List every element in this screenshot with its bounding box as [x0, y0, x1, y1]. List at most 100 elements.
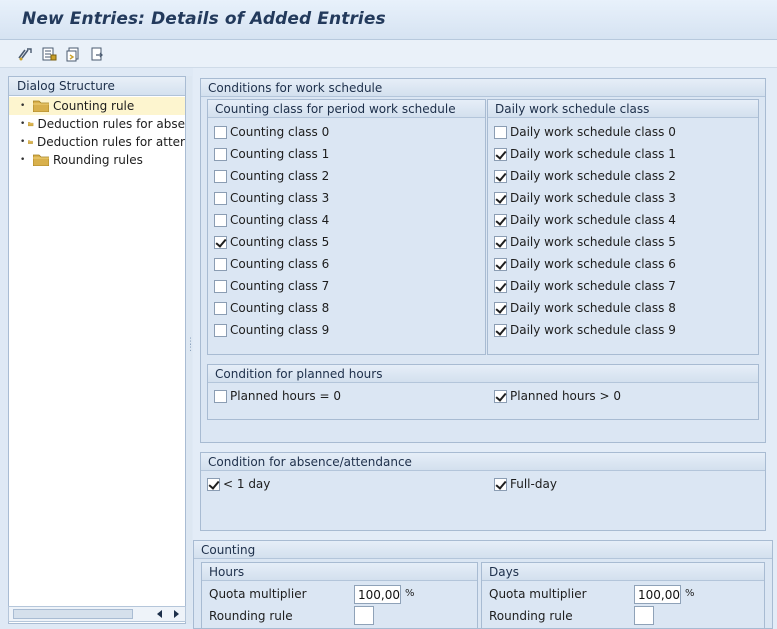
counting-class-6[interactable]: Counting class 6: [214, 255, 329, 273]
absence-fullday[interactable]: Full-day: [494, 475, 557, 493]
page-title: New Entries: Details of Added Entries: [22, 9, 386, 29]
select-all-icon[interactable]: [40, 45, 58, 63]
folder-icon: [33, 154, 49, 166]
counting-header: Counting: [194, 541, 772, 559]
checkbox-checked[interactable]: [494, 235, 507, 249]
days-quota-input[interactable]: 100,00: [634, 585, 681, 604]
checkbox-checked[interactable]: [494, 213, 507, 227]
checkbox-label: Counting class 6: [230, 257, 330, 271]
counting-class-5[interactable]: Counting class 5: [214, 233, 329, 251]
checkbox[interactable]: [214, 147, 227, 161]
checkbox[interactable]: [214, 279, 227, 293]
checkbox-label: Daily work schedule class 2: [510, 169, 676, 183]
checkbox-checked[interactable]: [494, 191, 507, 205]
counting-class-0[interactable]: Counting class 0: [214, 123, 329, 141]
dialog-structure-header: Dialog Structure: [9, 77, 185, 96]
checkbox-checked[interactable]: [214, 235, 227, 249]
checkbox-label: Counting class 8: [230, 301, 330, 315]
checkbox-checked[interactable]: [494, 477, 507, 491]
checkbox-label: Daily work schedule class 9: [510, 323, 676, 337]
checkbox-checked[interactable]: [494, 323, 507, 337]
folder-icon: [33, 100, 49, 112]
scroll-left-icon[interactable]: [155, 609, 165, 619]
checkbox[interactable]: [214, 125, 227, 139]
counting-class-8[interactable]: Counting class 8: [214, 299, 329, 317]
checkbox-checked[interactable]: [207, 477, 220, 491]
title-bar: New Entries: Details of Added Entries: [0, 0, 777, 40]
hours-rounding-label: Rounding rule: [209, 609, 293, 623]
folder-icon: [28, 140, 34, 144]
checkbox[interactable]: [214, 191, 227, 205]
hours-percent-unit: %: [405, 588, 415, 599]
checkbox[interactable]: [214, 301, 227, 315]
tree-item-rounding-rules[interactable]: • Rounding rules: [9, 151, 185, 169]
planned-hours-gt0[interactable]: Planned hours > 0: [494, 387, 621, 405]
daily-class-9[interactable]: Daily work schedule class 9: [494, 321, 676, 339]
tree-item-counting-rule[interactable]: • Counting rule: [9, 97, 185, 115]
daily-class-8[interactable]: Daily work schedule class 8: [494, 299, 676, 317]
checkbox-label: Planned hours > 0: [510, 389, 622, 403]
absence-header: Condition for absence/attendance: [201, 453, 765, 471]
hours-rounding-input[interactable]: [354, 606, 374, 625]
checkbox-checked[interactable]: [494, 169, 507, 183]
bullet-icon: •: [20, 137, 26, 147]
tree-item-deduction-attendance[interactable]: • Deduction rules for atter: [9, 133, 185, 151]
export-icon[interactable]: [88, 45, 106, 63]
tree-item-label: Rounding rules: [53, 153, 143, 167]
days-rounding-label: Rounding rule: [489, 609, 573, 623]
checkbox-checked[interactable]: [494, 389, 507, 403]
scroll-right-icon[interactable]: [171, 609, 181, 619]
planned-hours-header: Condition for planned hours: [208, 365, 758, 383]
copy-icon[interactable]: [64, 45, 82, 63]
checkbox-label: Counting class 1: [230, 147, 330, 161]
tree-horizontal-scrollbar[interactable]: [8, 606, 186, 622]
daily-class-2[interactable]: Daily work schedule class 2: [494, 167, 676, 185]
checkbox-label: Counting class 4: [230, 213, 330, 227]
panel-splitter[interactable]: ⋮ ⋮: [186, 76, 195, 624]
checkbox[interactable]: [214, 323, 227, 337]
counting-class-9[interactable]: Counting class 9: [214, 321, 329, 339]
checkbox[interactable]: [494, 125, 507, 139]
checkbox-label: Counting class 7: [230, 279, 330, 293]
hours-quota-input[interactable]: 100,00: [354, 585, 401, 604]
checkbox-label: Daily work schedule class 3: [510, 191, 676, 205]
checkbox-label: Counting class 3: [230, 191, 330, 205]
change-display-icon[interactable]: [16, 45, 34, 63]
checkbox[interactable]: [214, 213, 227, 227]
daily-class-4[interactable]: Daily work schedule class 4: [494, 211, 676, 229]
scrollbar-thumb[interactable]: [13, 609, 133, 619]
daily-class-1[interactable]: Daily work schedule class 1: [494, 145, 676, 163]
absence-lt1day[interactable]: < 1 day: [207, 475, 270, 493]
daily-class-7[interactable]: Daily work schedule class 7: [494, 277, 676, 295]
checkbox-label: < 1 day: [223, 477, 271, 491]
checkbox-checked[interactable]: [494, 257, 507, 271]
work-schedule-header: Conditions for work schedule: [201, 79, 765, 97]
bullet-icon: •: [20, 119, 26, 129]
checkbox-label: Counting class 5: [230, 235, 330, 249]
checkbox-checked[interactable]: [494, 147, 507, 161]
planned-hours-eq0[interactable]: Planned hours = 0: [214, 387, 341, 405]
checkbox[interactable]: [214, 389, 227, 403]
bullet-icon: •: [20, 101, 26, 111]
checkbox-checked[interactable]: [494, 279, 507, 293]
checkbox-label: Full-day: [510, 477, 557, 491]
checkbox-checked[interactable]: [494, 301, 507, 315]
checkbox-label: Counting class 2: [230, 169, 330, 183]
tree-item-deduction-absence[interactable]: • Deduction rules for abse: [9, 115, 185, 133]
counting-class-7[interactable]: Counting class 7: [214, 277, 329, 295]
checkbox[interactable]: [214, 169, 227, 183]
counting-class-1[interactable]: Counting class 1: [214, 145, 329, 163]
counting-class-3[interactable]: Counting class 3: [214, 189, 329, 207]
counting-class-2[interactable]: Counting class 2: [214, 167, 329, 185]
tree-item-label: Deduction rules for abse: [37, 117, 186, 131]
hours-header: Hours: [202, 563, 477, 581]
days-rounding-input[interactable]: [634, 606, 654, 625]
checkbox-label: Daily work schedule class 5: [510, 235, 676, 249]
daily-class-5[interactable]: Daily work schedule class 5: [494, 233, 676, 251]
daily-class-0[interactable]: Daily work schedule class 0: [494, 123, 676, 141]
checkbox-label: Daily work schedule class 1: [510, 147, 676, 161]
checkbox[interactable]: [214, 257, 227, 271]
daily-class-3[interactable]: Daily work schedule class 3: [494, 189, 676, 207]
daily-class-6[interactable]: Daily work schedule class 6: [494, 255, 676, 273]
counting-class-4[interactable]: Counting class 4: [214, 211, 329, 229]
